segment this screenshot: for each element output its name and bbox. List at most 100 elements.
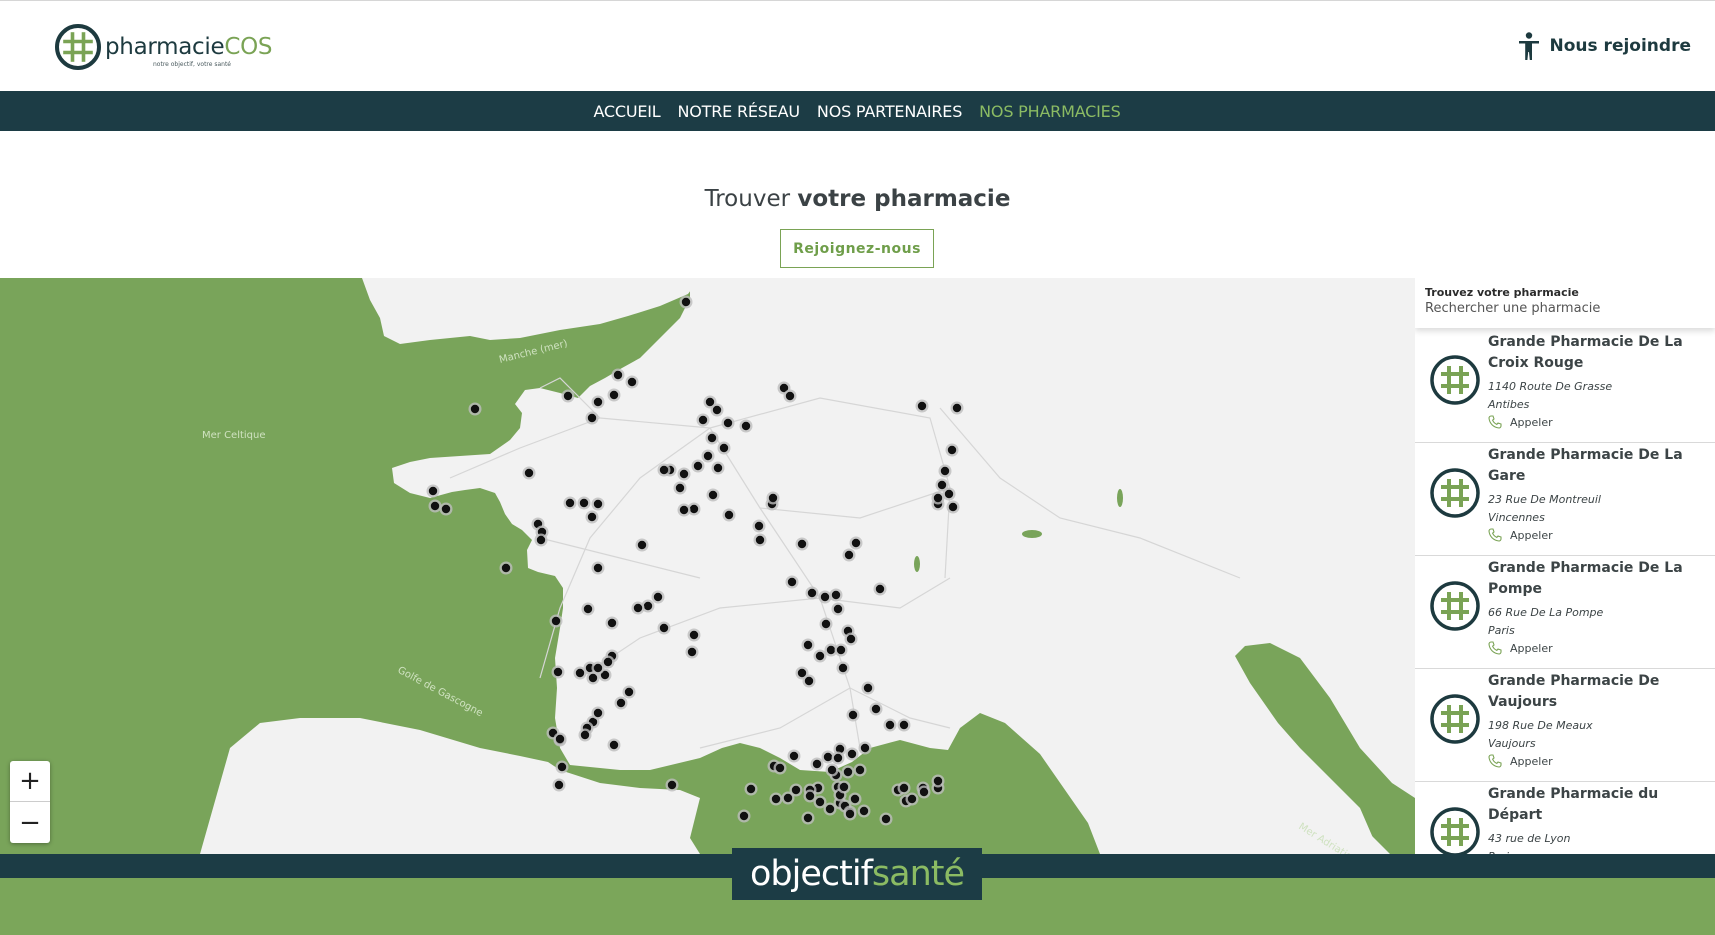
pharmacy-marker[interactable] [812,759,822,769]
pharmacy-marker[interactable] [593,499,603,509]
objectif-sante-logo[interactable]: objectif santé [732,848,982,900]
pharmacy-marker[interactable] [593,397,603,407]
pharmacy-marker[interactable] [933,493,943,503]
pharmacy-marker[interactable] [524,468,534,478]
pharmacy-marker[interactable] [875,584,885,594]
pharmacy-marker[interactable] [947,445,957,455]
list-item[interactable]: Grande Pharmacie De La Pompe 66 Rue De La… [1415,556,1715,669]
pharmacy-marker[interactable] [563,391,573,401]
pharmacy-marker[interactable] [593,663,603,673]
pharmacy-marker[interactable] [804,676,814,686]
pharmacy-marker[interactable] [689,504,699,514]
nav-item-nos-partenaires[interactable]: NOS PARTENAIRES [817,102,962,121]
pharmacy-marker[interactable] [712,405,722,415]
pharmacy-marker[interactable] [609,740,619,750]
pharmacy-marker[interactable] [820,592,830,602]
pharmacy-marker[interactable] [838,663,848,673]
pharmacy-marker[interactable] [826,645,836,655]
pharmacy-marker[interactable] [679,505,689,515]
pharmacy-marker[interactable] [881,814,891,824]
pharmacy-marker[interactable] [739,811,749,821]
nav-item-accueil[interactable]: ACCUEIL [593,102,660,121]
pharmacy-marker[interactable] [836,645,846,655]
pharmacy-marker[interactable] [825,804,835,814]
pharmacy-marker[interactable] [741,421,751,431]
join-us-link[interactable]: Nous rejoindre [1516,31,1691,61]
pharmacy-marker[interactable] [579,498,589,508]
pharmacy-marker[interactable] [679,469,689,479]
pharmacy-marker[interactable] [833,753,843,763]
zoom-out-button[interactable]: − [10,802,50,843]
pharmacy-marker[interactable] [937,480,947,490]
list-item[interactable]: Grande Pharmacie De La Croix Rouge 1140 R… [1415,330,1715,443]
pharmacy-marker[interactable] [944,489,954,499]
pharmacy-marker[interactable] [501,563,511,573]
pharmacy-marker[interactable] [948,502,958,512]
pharmacy-marker[interactable] [885,720,895,730]
pharmacy-marker[interactable] [609,390,619,400]
pharmacy-marker[interactable] [565,498,575,508]
pharmacy-marker[interactable] [803,813,813,823]
pharmacy-marker[interactable] [848,710,858,720]
pharmacy-marker[interactable] [687,647,697,657]
pharmacy-marker[interactable] [707,433,717,443]
pharmacy-marker[interactable] [860,743,870,753]
join-button[interactable]: Rejoignez-nous [780,229,934,268]
pharmacy-marker[interactable] [789,751,799,761]
pharmacy-marker[interactable] [616,698,626,708]
pharmacy-marker[interactable] [815,797,825,807]
pharmacy-marker[interactable] [580,730,590,740]
pharmaciecos-logo[interactable]: pharmacieCOS notre objectif, votre santé [54,23,272,71]
pharmacy-marker[interactable] [845,809,855,819]
pharmacy-marker[interactable] [723,418,733,428]
pharmacy-marker[interactable] [846,634,856,644]
pharmacy-marker[interactable] [667,780,677,790]
pharmacy-marker[interactable] [708,490,718,500]
pharmacy-marker[interactable] [633,603,643,613]
call-button[interactable]: Appeler [1488,415,1553,429]
pharmacy-marker[interactable] [703,451,713,461]
pharmacy-marker[interactable] [588,673,598,683]
pharmacy-marker[interactable] [859,806,869,816]
pharmacy-marker[interactable] [607,618,617,628]
pharmacy-marker[interactable] [855,765,865,775]
list-item[interactable]: Grande Pharmacie du Départ 43 rue de Lyon… [1415,782,1715,854]
pharmacy-marker[interactable] [681,297,691,307]
pharmacy-marker[interactable] [689,630,699,640]
pharmacy-marker[interactable] [587,512,597,522]
pharmacy-marker[interactable] [783,793,793,803]
pharmacy-marker[interactable] [557,762,567,772]
pharmacy-marker[interactable] [917,401,927,411]
pharmacy-marker[interactable] [659,623,669,633]
pharmacy-marker[interactable] [797,539,807,549]
pharmacy-map[interactable]: Manche (mer) Mer Celtique Golfe de Gasco… [0,278,1415,854]
pharmacy-marker[interactable] [536,535,546,545]
pharmacy-marker[interactable] [755,535,765,545]
pharmacy-marker[interactable] [907,794,917,804]
pharmacy-marker[interactable] [833,604,843,614]
pharmacy-marker[interactable] [843,767,853,777]
pharmacy-marker[interactable] [613,370,623,380]
pharmacy-marker[interactable] [899,783,909,793]
pharmacy-marker[interactable] [428,486,438,496]
pharmacy-marker[interactable] [551,616,561,626]
pharmacy-marker[interactable] [575,668,585,678]
pharmacy-marker[interactable] [583,604,593,614]
pharmacy-marker[interactable] [933,776,943,786]
pharmacy-marker[interactable] [593,708,603,718]
call-button[interactable]: Appeler [1488,754,1553,768]
pharmacy-marker[interactable] [787,577,797,587]
pharmacy-marker[interactable] [555,734,565,744]
nav-item-nos-pharmacies[interactable]: NOS PHARMACIES [979,102,1121,121]
call-button[interactable]: Appeler [1488,528,1553,542]
pharmacy-marker[interactable] [768,493,778,503]
pharmacy-marker[interactable] [803,640,813,650]
pharmacy-marker[interactable] [952,403,962,413]
pharmacy-marker[interactable] [593,563,603,573]
list-item[interactable]: Grande Pharmacie De La Gare 23 Rue De Mon… [1415,443,1715,556]
pharmacy-marker[interactable] [553,667,563,677]
pharmacy-marker[interactable] [719,443,729,453]
call-button[interactable]: Appeler [1488,641,1553,655]
pharmacy-marker[interactable] [659,465,669,475]
pharmacy-marker[interactable] [823,752,833,762]
